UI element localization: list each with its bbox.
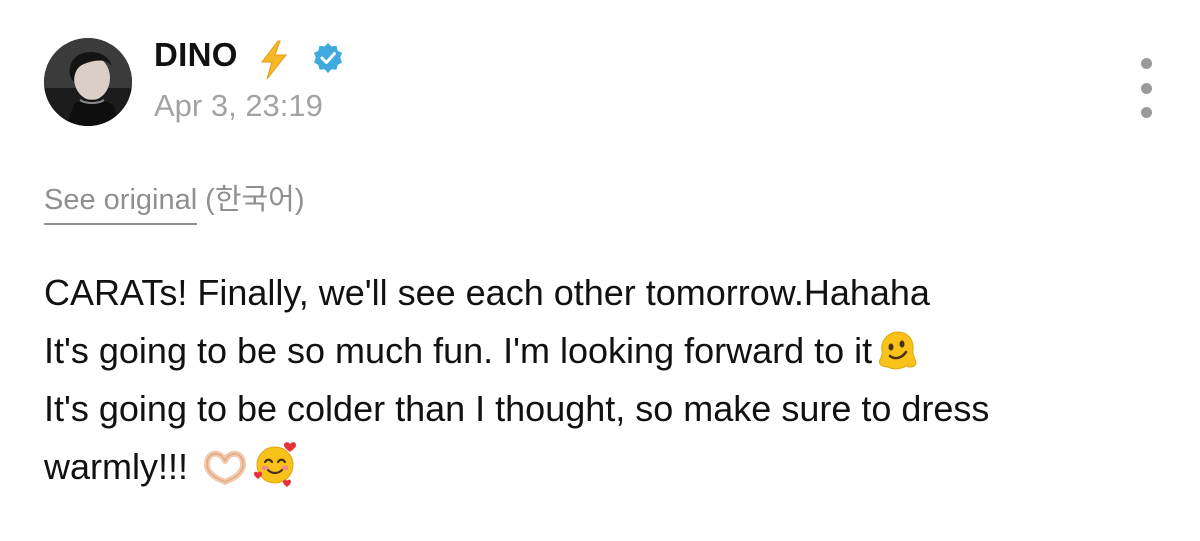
more-options-button[interactable]: [1128, 58, 1164, 118]
melting-face-emoji-icon: [879, 331, 917, 370]
post-body: CARATs! Finally, we'll see each other to…: [44, 264, 1174, 496]
post-line-2: It's going to be so much fun. I'm lookin…: [44, 322, 1174, 380]
lightning-bolt-icon: [260, 40, 288, 80]
post-line-3: It's going to be colder than I thought, …: [44, 388, 990, 429]
original-language-label: (한국어): [205, 184, 305, 216]
heart-hands-emoji-icon: [204, 450, 247, 485]
author-name[interactable]: DINO: [154, 36, 238, 74]
post-timestamp: Apr 3, 23:19: [154, 88, 323, 123]
author-avatar[interactable]: [44, 38, 132, 126]
profile-photo: [44, 38, 132, 126]
see-original-link[interactable]: See original: [44, 184, 198, 225]
post-line-4: warmly!!!: [44, 438, 1174, 496]
post-card: DINO Apr 3, 23:19 See original (한국어) CARA…: [0, 0, 1200, 541]
smiling-face-with-hearts-emoji-icon: [254, 442, 297, 487]
translation-row: See original (한국어): [44, 176, 305, 225]
post-line-1: CARATs! Finally, we'll see each other to…: [44, 272, 930, 313]
verified-badge-icon: [314, 43, 342, 73]
vertical-ellipsis-icon: [1140, 58, 1152, 69]
